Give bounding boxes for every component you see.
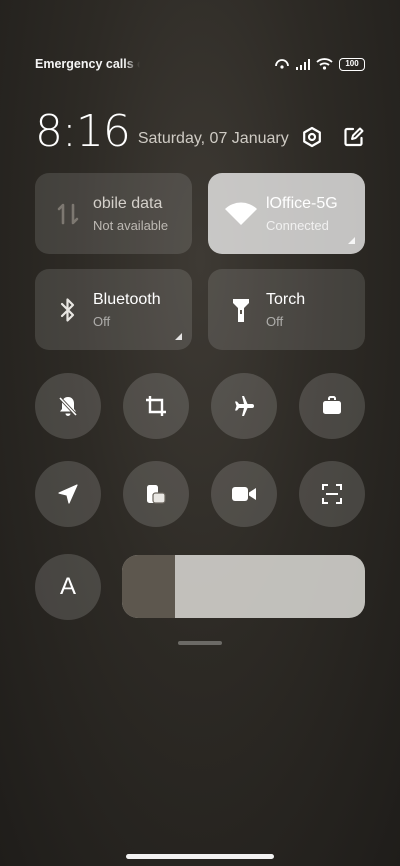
brightness-slider-fill [122,555,176,618]
brightness-slider[interactable] [122,555,365,618]
mute-icon [56,394,80,418]
wifi-icon [224,197,258,231]
crop-screenshot-icon [144,394,168,418]
tile-bluetooth[interactable]: Bluetooth Off [35,269,192,350]
panel-drag-handle[interactable] [178,641,222,645]
edit-icon[interactable] [343,126,365,148]
tile-wifi-expand-icon[interactable] [348,237,355,244]
clock-time[interactable]: 8:16 [35,110,131,154]
toggle-crop-screenshot[interactable] [123,373,189,439]
hotspot-icon [274,58,290,70]
work-profile-icon [320,394,344,418]
floating-window-icon [144,482,168,506]
screen-record-icon [231,484,257,504]
tile-mobile-data[interactable]: obile data Not available [35,173,192,254]
signal-icon [296,58,310,70]
font-size-label: A [59,573,76,600]
toggle-location[interactable] [35,461,101,527]
status-carrier-text: Emergency calls o [35,57,140,71]
font-size-button[interactable]: A [35,554,101,620]
toggle-scanner[interactable] [299,461,365,527]
mobile-data-icon [51,197,85,231]
tile-bluetooth-expand-icon[interactable] [175,333,182,340]
tile-torch[interactable]: Torch Off [208,269,365,350]
tile-bluetooth-subtitle: Off [93,313,111,329]
tile-mobile-data-title: obile data [93,194,163,212]
toggle-work-profile[interactable] [299,373,365,439]
wifi-status-icon [316,58,333,70]
home-indicator[interactable] [126,854,274,859]
toggle-mute[interactable] [35,373,101,439]
tile-wifi[interactable]: lOffice-5G Connected [208,173,365,254]
clock-row: 8:16 Saturday, 07 January [35,104,365,154]
status-bar: Emergency calls o 100 [35,54,365,74]
toggle-airplane-mode[interactable] [211,373,277,439]
battery-icon: 100 [339,57,365,71]
torch-icon [224,293,258,327]
tile-bluetooth-title: Bluetooth [93,290,161,308]
location-icon [56,482,80,506]
settings-icon[interactable] [301,126,323,148]
tile-wifi-subtitle: Connected [266,217,329,233]
tile-wifi-title: lOffice-5G [266,194,338,212]
airplane-icon [232,394,256,418]
date-label[interactable]: Saturday, 07 January [138,130,289,148]
tile-torch-subtitle: Off [266,313,284,329]
tile-torch-title: Torch [266,290,306,308]
toggle-screen-recorder[interactable] [211,461,277,527]
toggle-floating-window[interactable] [123,461,189,527]
tile-mobile-data-subtitle: Not available [93,217,169,233]
scanner-icon [320,482,344,506]
bluetooth-icon [51,293,85,327]
status-icons: 100 [274,57,365,71]
